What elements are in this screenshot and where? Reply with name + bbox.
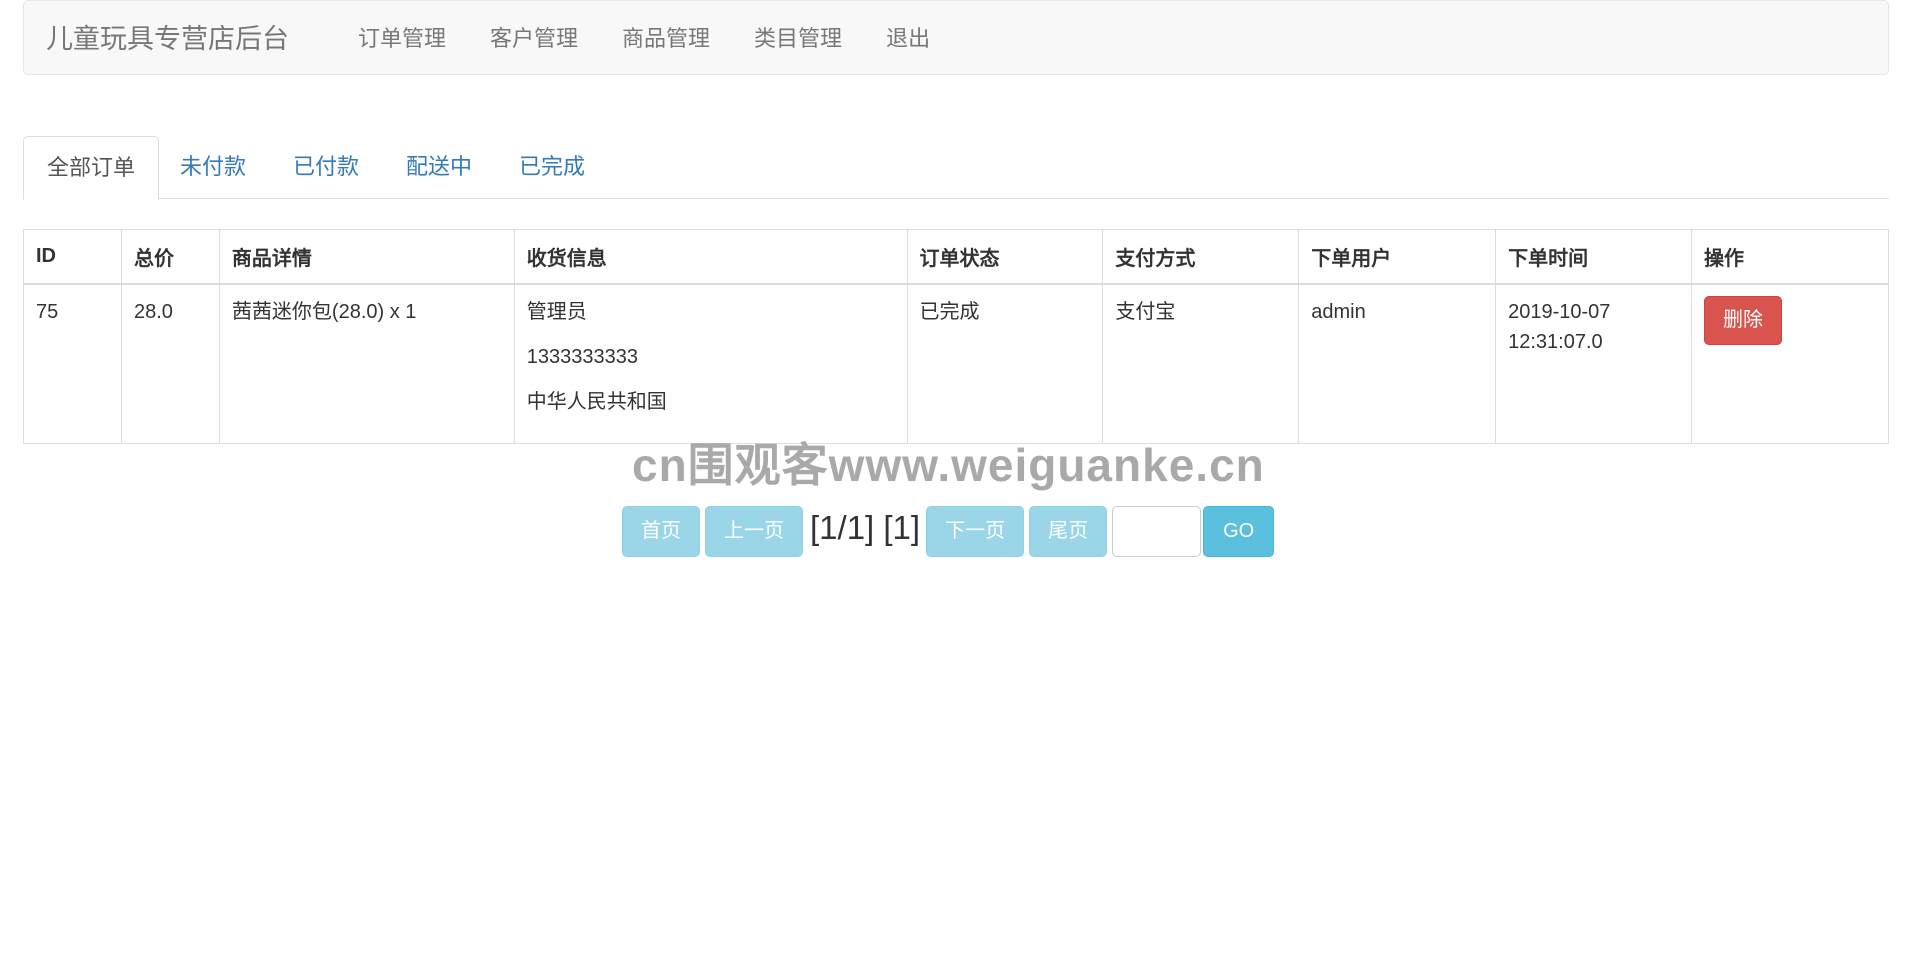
column-header-items: 商品详情 [218, 229, 515, 285]
tab-completed[interactable]: 已完成 [496, 136, 608, 199]
column-header-status: 订单状态 [906, 229, 1104, 285]
tab-paid[interactable]: 已付款 [270, 136, 382, 199]
column-header-total: 总价 [120, 229, 220, 285]
nav-logout[interactable]: 退出 [864, 24, 952, 54]
watermark-text: cn围观客www.weiguanke.cn [632, 439, 1265, 491]
tab-delivering[interactable]: 配送中 [383, 136, 495, 199]
prev-page-button[interactable]: 上一页 [705, 506, 803, 557]
cell-id: 75 [23, 283, 122, 444]
top-navbar: 儿童玩具专营店后台 订单管理 客户管理 商品管理 类目管理 退出 [23, 0, 1889, 75]
column-header-shipping: 收货信息 [513, 229, 908, 285]
nav-links: 订单管理 客户管理 商品管理 类目管理 退出 [336, 24, 952, 54]
shipping-address: 中华人民共和国 [526, 391, 667, 413]
brand-title[interactable]: 儿童玩具专营店后台 [46, 21, 289, 57]
page-info: [1/1] [1] [810, 508, 921, 546]
delete-button[interactable]: 删除 [1704, 296, 1783, 345]
cell-payment: 支付宝 [1102, 283, 1300, 444]
shipping-name: 管理员 [526, 301, 587, 323]
cell-user: admin [1298, 283, 1497, 444]
table-row: 75 28.0 茜茜迷你包(28.0) x 1 管理员 1333333333 中… [23, 283, 1889, 444]
cell-shipping: 管理员 1333333333 中华人民共和国 [513, 283, 908, 444]
column-header-id: ID [23, 229, 122, 285]
nav-product-management[interactable]: 商品管理 [600, 24, 732, 54]
tab-all-orders[interactable]: 全部订单 [23, 136, 160, 200]
column-header-action: 操作 [1691, 229, 1889, 285]
nav-customer-management[interactable]: 客户管理 [468, 24, 600, 54]
nav-category-management[interactable]: 类目管理 [732, 24, 864, 54]
nav-order-management[interactable]: 订单管理 [336, 24, 468, 54]
first-page-button[interactable]: 首页 [622, 506, 700, 557]
order-status-tabs: 全部订单 未付款 已付款 配送中 已完成 [23, 136, 1889, 200]
cell-status: 已完成 [906, 283, 1104, 444]
column-header-user: 下单用户 [1298, 229, 1497, 285]
page-number-input[interactable] [1112, 506, 1202, 557]
shipping-phone: 1333333333 [526, 346, 638, 368]
cell-action: 删除 [1691, 283, 1889, 444]
tab-unpaid[interactable]: 未付款 [157, 136, 269, 199]
cell-total: 28.0 [120, 283, 220, 444]
orders-table: ID 总价 商品详情 收货信息 订单状态 支付方式 下单用户 下单时间 操作 7… [23, 229, 1889, 444]
column-header-time: 下单时间 [1495, 229, 1693, 285]
pagination: 首页 上一页 [1/1] [1] 下一页 尾页 GO [622, 506, 1275, 557]
cell-items: 茜茜迷你包(28.0) x 1 [218, 283, 515, 444]
page: 儿童玩具专营店后台 订单管理 客户管理 商品管理 类目管理 退出 全部订单 未付… [0, 0, 1912, 962]
last-page-button[interactable]: 尾页 [1029, 506, 1108, 557]
next-page-button[interactable]: 下一页 [926, 506, 1025, 557]
column-header-payment: 支付方式 [1102, 229, 1300, 285]
table-header-row: ID 总价 商品详情 收货信息 订单状态 支付方式 下单用户 下单时间 操作 [23, 229, 1889, 285]
go-button[interactable]: GO [1203, 506, 1275, 557]
cell-time: 2019-10-07 12:31:07.0 [1495, 283, 1693, 444]
